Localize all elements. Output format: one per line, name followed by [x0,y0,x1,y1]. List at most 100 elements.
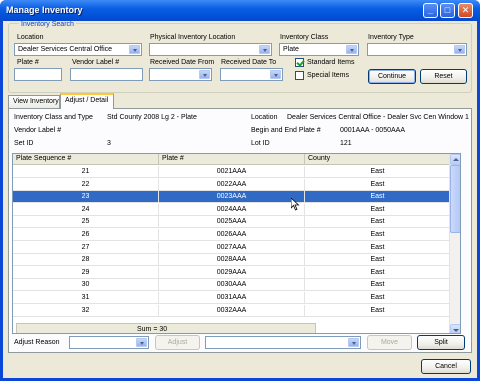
cell-plate-sequence: 29 [13,266,159,279]
cell-plate-number: 0031AAA [159,292,305,304]
special-items-label: Special Items [307,72,350,79]
cell-plate-number: 0024AAA [159,203,305,216]
split-button[interactable]: Split [417,335,465,350]
cell-plate-sequence: 32 [13,304,159,317]
cell-county: East [305,254,451,267]
special-items-checkbox[interactable] [295,71,304,80]
adjust-reason-select[interactable] [69,336,149,349]
chevron-down-icon [259,45,270,54]
detail-location-value: Dealer Services Central Office - Dealer … [287,114,469,121]
inventory-class-select[interactable]: Plate [279,43,359,56]
chevron-down-icon [348,338,359,347]
table-row[interactable]: 21 0021AAA East [13,166,451,178]
chevron-down-icon [136,338,147,347]
plate-number-label: Plate # [17,59,39,66]
adjust-reason-label: Adjust Reason [14,339,60,346]
location-label: Location [17,34,44,41]
table-row[interactable]: 22 0022AAA East [13,178,451,191]
plate-grid[interactable]: Plate Sequence # Plate # County 21 0021AA… [12,153,461,334]
cell-county: East [305,229,451,241]
manage-inventory-window: Manage Inventory _ □ ✕ Inventory Search … [0,0,480,381]
chevron-down-icon [129,45,140,54]
reset-button[interactable]: Reset [420,69,467,84]
mouse-cursor-icon [291,198,300,211]
cell-plate-number: 0028AAA [159,254,305,267]
scroll-down-icon[interactable] [450,324,460,333]
standard-items-checkbox[interactable] [295,58,304,67]
move-target-select[interactable] [205,336,361,349]
cell-county: East [305,279,451,292]
table-row[interactable]: 27 0027AAA East [13,241,451,254]
table-row[interactable]: 29 0029AAA East [13,266,451,279]
cell-plate-number: 0023AAA [159,191,305,204]
cell-county: East [305,166,451,178]
table-row[interactable]: 24 0024AAA East [13,203,451,216]
cell-plate-number: 0029AAA [159,266,305,279]
vendor-label-label: Vendor Label # [72,59,120,66]
table-row[interactable]: 23 0023AAA East [13,191,451,204]
cancel-button[interactable]: Cancel [421,359,471,374]
tab-view-inventory[interactable]: View Inventory [8,95,60,108]
title-bar[interactable]: Manage Inventory _ □ ✕ [0,0,480,21]
sum-label: Sum = 30 [137,326,168,333]
column-header-county[interactable]: County [305,154,451,165]
grid-header: Plate Sequence # Plate # County [13,154,451,165]
location-select[interactable]: Dealer Services Central Office [14,43,142,56]
table-row[interactable]: 25 0025AAA East [13,216,451,229]
cell-plate-sequence: 25 [13,216,159,229]
grid-footer: Sum = 30 [16,323,316,333]
received-from-label: Received Date From [150,59,215,66]
cell-plate-sequence: 23 [13,191,159,204]
cell-plate-sequence: 30 [13,279,159,292]
column-header-plate-sequence[interactable]: Plate Sequence # [13,154,159,165]
inventory-search-legend: Inventory Search [19,21,76,28]
table-row[interactable]: 32 0032AAA East [13,304,451,317]
adjust-button[interactable]: Adjust [155,335,200,350]
cell-plate-number: 0021AAA [159,166,305,178]
cell-county: East [305,203,451,216]
minimize-icon[interactable]: _ [423,3,438,18]
class-type-label: Inventory Class and Type [14,114,93,121]
cell-plate-sequence: 22 [13,178,159,191]
table-row[interactable]: 31 0031AAA East [13,292,451,304]
detail-location-label: Location [251,114,278,121]
scroll-up-icon[interactable] [450,154,460,165]
tab-adjust-detail[interactable]: Adjust / Detail [60,93,114,109]
vendor-label-input[interactable] [70,68,143,81]
received-date-from-picker[interactable] [149,68,212,81]
chevron-down-icon [199,70,210,79]
cell-plate-number: 0030AAA [159,279,305,292]
cell-county: East [305,191,451,204]
column-header-plate-number[interactable]: Plate # [159,154,305,165]
lot-id-label: Lot ID [251,140,270,147]
scroll-thumb[interactable] [450,165,460,233]
detail-vendor-label-label: Vendor Label # [14,127,62,134]
continue-button[interactable]: Continue [368,69,416,84]
cell-county: East [305,292,451,304]
table-row[interactable]: 28 0028AAA East [13,254,451,267]
move-button[interactable]: Move [367,335,412,350]
cell-county: East [305,304,451,317]
lot-id-value: 121 [340,140,352,147]
inventory-search-group: Inventory Search Location Dealer Service… [8,21,472,93]
cell-county: East [305,178,451,191]
chevron-down-icon [346,45,357,54]
grid-vertical-scrollbar[interactable] [449,154,460,333]
window-title: Manage Inventory [6,5,83,15]
begin-end-plate-label: Begin and End Plate # [251,127,321,134]
standard-items-label: Standard Items [307,59,355,66]
received-to-label: Received Date To [221,59,277,66]
set-id-label: Set ID [14,140,34,147]
close-icon[interactable]: ✕ [458,3,473,18]
table-row[interactable]: 26 0026AAA East [13,229,451,241]
adjust-detail-panel: Inventory Class and Type Std County 2008… [8,108,472,353]
plate-number-input[interactable] [14,68,62,81]
received-date-to-picker[interactable] [220,68,283,81]
table-row[interactable]: 30 0030AAA East [13,279,451,292]
maximize-icon[interactable]: □ [440,3,455,18]
class-type-value: Std County 2008 Lg 2 - Plate [107,114,197,121]
cell-county: East [305,266,451,279]
physical-location-select[interactable] [149,43,272,56]
cell-plate-number: 0027AAA [159,241,305,254]
inventory-type-select[interactable] [367,43,467,56]
